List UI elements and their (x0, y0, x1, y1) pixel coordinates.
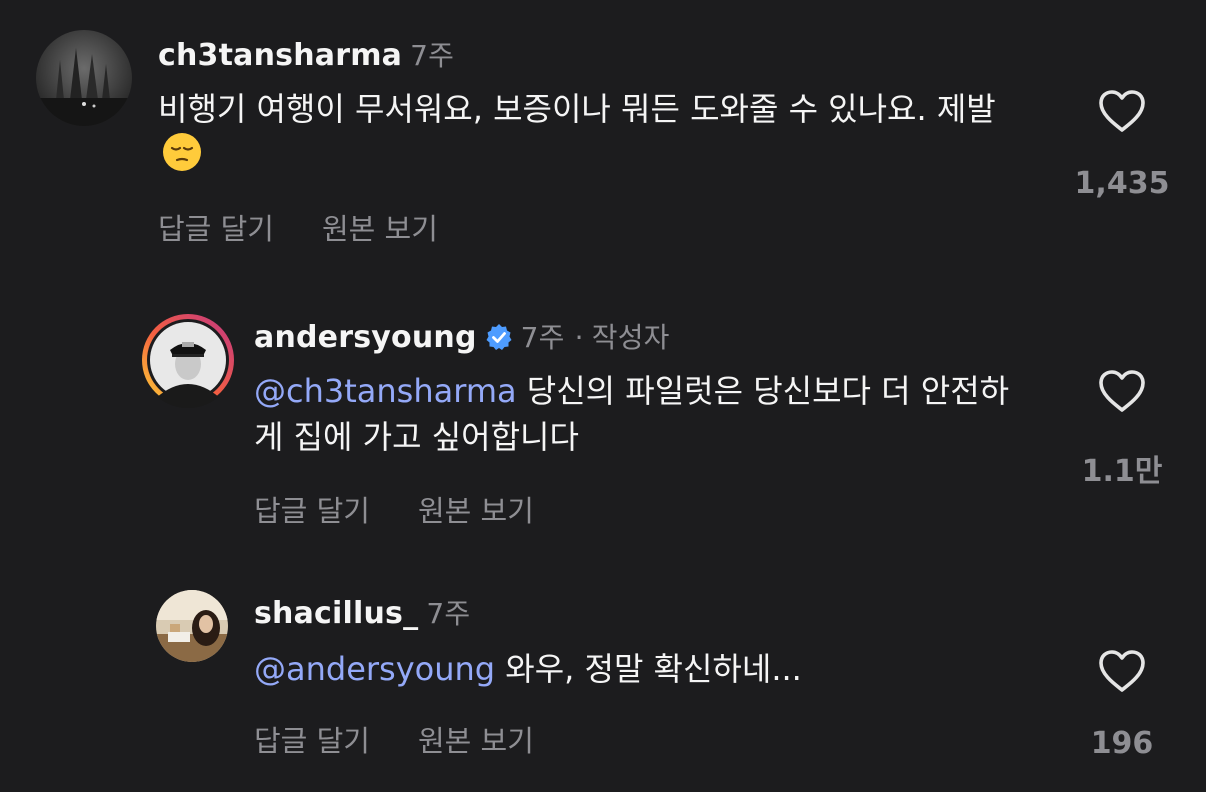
like-count[interactable]: 1.1만 (1052, 446, 1192, 490)
comment-body: 와우, 정말 확신하네... (505, 650, 802, 688)
like-count[interactable]: 196 (1052, 726, 1192, 761)
like-count[interactable]: 1,435 (1052, 166, 1192, 201)
reply-button[interactable]: 답글 달기 (158, 212, 274, 246)
comment-username[interactable]: shacillus_ 7주 (254, 592, 470, 632)
reply-button[interactable]: 답글 달기 (254, 494, 370, 528)
comment-username[interactable]: ch3tansharma 7주 (158, 34, 454, 74)
username-text[interactable]: shacillus_ (254, 596, 418, 631)
comment-text: @ch3tansharma 당신의 파일럿은 당신보다 더 안전하게 집에 가고… (254, 368, 1024, 460)
heart-icon[interactable] (1097, 648, 1147, 694)
heart-icon[interactable] (1097, 368, 1147, 414)
avatar-image (156, 590, 228, 662)
comment-text: 비행기 여행이 무서워요, 보증이나 뭐든 도와줄 수 있나요. 제발 (158, 86, 1028, 178)
comment-text: @andersyoung 와우, 정말 확신하네... (254, 646, 1054, 692)
comment-shacillus: shacillus_ 7주 @andersyoung 와우, 정말 확신하네...… (0, 570, 1206, 792)
comment-time: 7주 (520, 321, 565, 354)
comment-username[interactable]: andersyoung 7주 · 작성자 (254, 316, 670, 359)
mention-link[interactable]: @andersyoung (254, 650, 495, 688)
reply-button[interactable]: 답글 달기 (254, 724, 370, 758)
avatar-image (142, 314, 234, 408)
mention-link[interactable]: @ch3tansharma (254, 372, 517, 410)
comment-actions: 답글 달기 원본 보기 (158, 206, 438, 248)
avatar[interactable] (140, 312, 236, 408)
avatar[interactable] (156, 590, 228, 662)
separator-dot: · (574, 321, 584, 354)
avatar-image (36, 30, 132, 126)
username-text[interactable]: ch3tansharma (158, 38, 402, 73)
comment-actions: 답글 달기 원본 보기 (254, 488, 534, 530)
author-tag: 작성자 (591, 321, 670, 354)
comment-time: 7주 (426, 597, 471, 630)
comment-time: 7주 (410, 39, 455, 72)
see-original-button[interactable]: 원본 보기 (418, 494, 534, 528)
username-text[interactable]: andersyoung (254, 320, 477, 355)
verified-badge-icon (485, 323, 513, 359)
comment-andersyoung: andersyoung 7주 · 작성자 @ch3tansharma 당신의 파일럿은… (0, 290, 1206, 560)
see-original-button[interactable]: 원본 보기 (322, 212, 438, 246)
pensive-face-emoji (162, 132, 202, 172)
heart-icon[interactable] (1097, 88, 1147, 134)
comment-body: 비행기 여행이 무서워요, 보증이나 뭐든 도와줄 수 있나요. 제발 (158, 90, 996, 128)
avatar[interactable] (36, 30, 132, 126)
see-original-button[interactable]: 원본 보기 (418, 724, 534, 758)
comment-actions: 답글 달기 원본 보기 (254, 718, 534, 760)
comment-ch3tansharma: ch3tansharma 7주 비행기 여행이 무서워요, 보증이나 뭐든 도와줄… (0, 0, 1206, 270)
